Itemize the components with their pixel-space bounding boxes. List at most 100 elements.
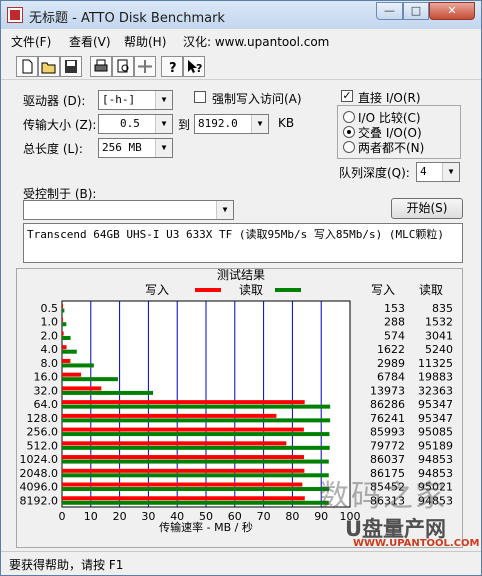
write-value: 153 [384,302,405,315]
read-value: 95085 [418,426,453,439]
queue-depth-value: 4 [420,165,427,178]
maximize-button[interactable]: □ [403,2,429,20]
transfer-to-label: 到 [178,118,191,132]
write-bar [62,400,305,405]
read-value: 95347 [418,412,453,425]
watermark-text-3: WWW.UPANTOOL.COM [353,538,480,549]
total-length-select[interactable]: 256 MB ▼ [98,138,173,158]
chevron-down-icon[interactable]: ▼ [251,115,268,133]
help-icon[interactable]: ? [161,56,183,77]
write-value: 6784 [377,371,405,384]
y-tick-label: 32.0 [34,384,59,397]
y-tick-label: 2.0 [41,329,59,342]
save-icon[interactable] [60,56,82,77]
write-value: 2989 [377,357,405,370]
total-length-label: 总长度 (L): [23,142,83,156]
write-value: 1622 [377,343,405,356]
legend-write-swatch [195,288,221,292]
window-title: 无标题 - ATTO Disk Benchmark [29,11,225,26]
queue-depth-select[interactable]: 4 ▼ [416,162,460,182]
io-neither-radio[interactable] [343,141,355,153]
controlled-by-select[interactable]: ▼ [23,200,234,220]
y-tick-label: 1024.0 [20,453,59,466]
write-bar [62,317,63,322]
chevron-down-icon[interactable]: ▼ [216,201,233,219]
transfer-unit: KB [278,116,295,130]
y-tick-label: 8.0 [41,357,59,370]
y-tick-label: 0.5 [41,302,59,315]
read-value: 32363 [418,384,453,397]
print-preview-icon[interactable] [112,56,134,77]
write-bar [62,413,277,418]
move-icon[interactable] [134,56,156,77]
menu-view[interactable]: 查看(V) [69,33,111,50]
io-compare-radio[interactable] [343,111,355,123]
y-tick-label: 128.0 [27,412,59,425]
read-bar [62,432,330,437]
read-bar [62,349,77,354]
x-tick-label: 20 [113,510,127,523]
menu-bar: 文件(F) 查看(V) 帮助(H) 汉化: www.upantool.com [1,30,481,52]
force-write-checkbox[interactable] [194,91,206,103]
read-bar [62,363,94,368]
transfer-from-select[interactable]: 0.5 ▼ [98,114,173,134]
svg-text:?: ? [196,62,202,75]
context-help-icon[interactable]: ? [183,56,205,77]
x-tick-label: 0 [59,510,66,523]
write-bar [62,372,82,377]
read-value: 11325 [418,357,453,370]
transfer-size-label: 传输大小 (Z): [23,118,97,132]
new-file-icon[interactable] [16,56,38,77]
y-tick-label: 16.0 [34,371,59,384]
read-value: 3041 [425,329,453,342]
print-icon[interactable] [90,56,112,77]
read-bar [62,322,67,327]
write-value: 86286 [370,398,405,411]
drive-label: 驱动器 (D): [23,94,86,108]
chevron-down-icon[interactable]: ▼ [155,91,172,109]
title-bar[interactable]: 无标题 - ATTO Disk Benchmark — □ ✕ [1,1,481,29]
legend-write-label: 写入 [145,283,169,297]
read-bar [62,473,329,478]
col-header-write: 写入 [371,283,395,297]
read-bar [62,390,154,395]
start-button[interactable]: 开始(S) [391,198,463,219]
menu-help[interactable]: 帮助(H) [124,33,166,50]
read-value: 835 [432,302,453,315]
write-bar [62,455,304,460]
chevron-down-icon[interactable]: ▼ [155,115,172,133]
chevron-down-icon[interactable]: ▼ [155,139,172,157]
direct-io-checkbox[interactable]: ✓ [341,90,353,102]
results-title: 测试结果 [217,269,265,282]
chevron-down-icon[interactable]: ▼ [442,163,459,181]
write-bar [62,468,305,473]
read-value: 1532 [425,316,453,329]
menu-file[interactable]: 文件(F) [11,33,51,50]
transfer-to-select[interactable]: 8192.0 ▼ [194,114,269,134]
read-bar [62,335,71,340]
x-tick-label: 30 [141,510,155,523]
write-bar [62,345,67,350]
description-field[interactable]: Transcend 64GB UHS-I U3 633X TF (读取95Mb/… [23,223,463,263]
app-window: 无标题 - ATTO Disk Benchmark — □ ✕ 文件(F) 查看… [0,0,482,576]
write-bar [62,358,71,363]
read-bar [62,487,330,492]
drive-select[interactable]: [-h-] ▼ [98,90,173,110]
minimize-button[interactable]: — [376,2,403,20]
open-file-icon[interactable] [38,56,60,77]
y-tick-label: 1.0 [41,316,59,329]
x-axis-label: 传输速率 - MB / 秒 [159,520,253,534]
write-value: 85993 [370,426,405,439]
y-tick-label: 8192.0 [20,494,59,507]
svg-text:?: ? [169,61,177,76]
menu-credit[interactable]: 汉化: www.upantool.com [183,33,329,50]
y-tick-label: 256.0 [27,426,59,439]
read-value: 19883 [418,371,453,384]
y-tick-label: 2048.0 [20,467,59,480]
write-bar [62,482,303,487]
write-bar [62,496,305,501]
legend-read-label: 读取 [239,283,263,297]
close-button[interactable]: ✕ [429,2,475,20]
io-neither-label: 两者都不(N) [358,141,425,155]
io-overlap-radio[interactable] [343,126,355,138]
